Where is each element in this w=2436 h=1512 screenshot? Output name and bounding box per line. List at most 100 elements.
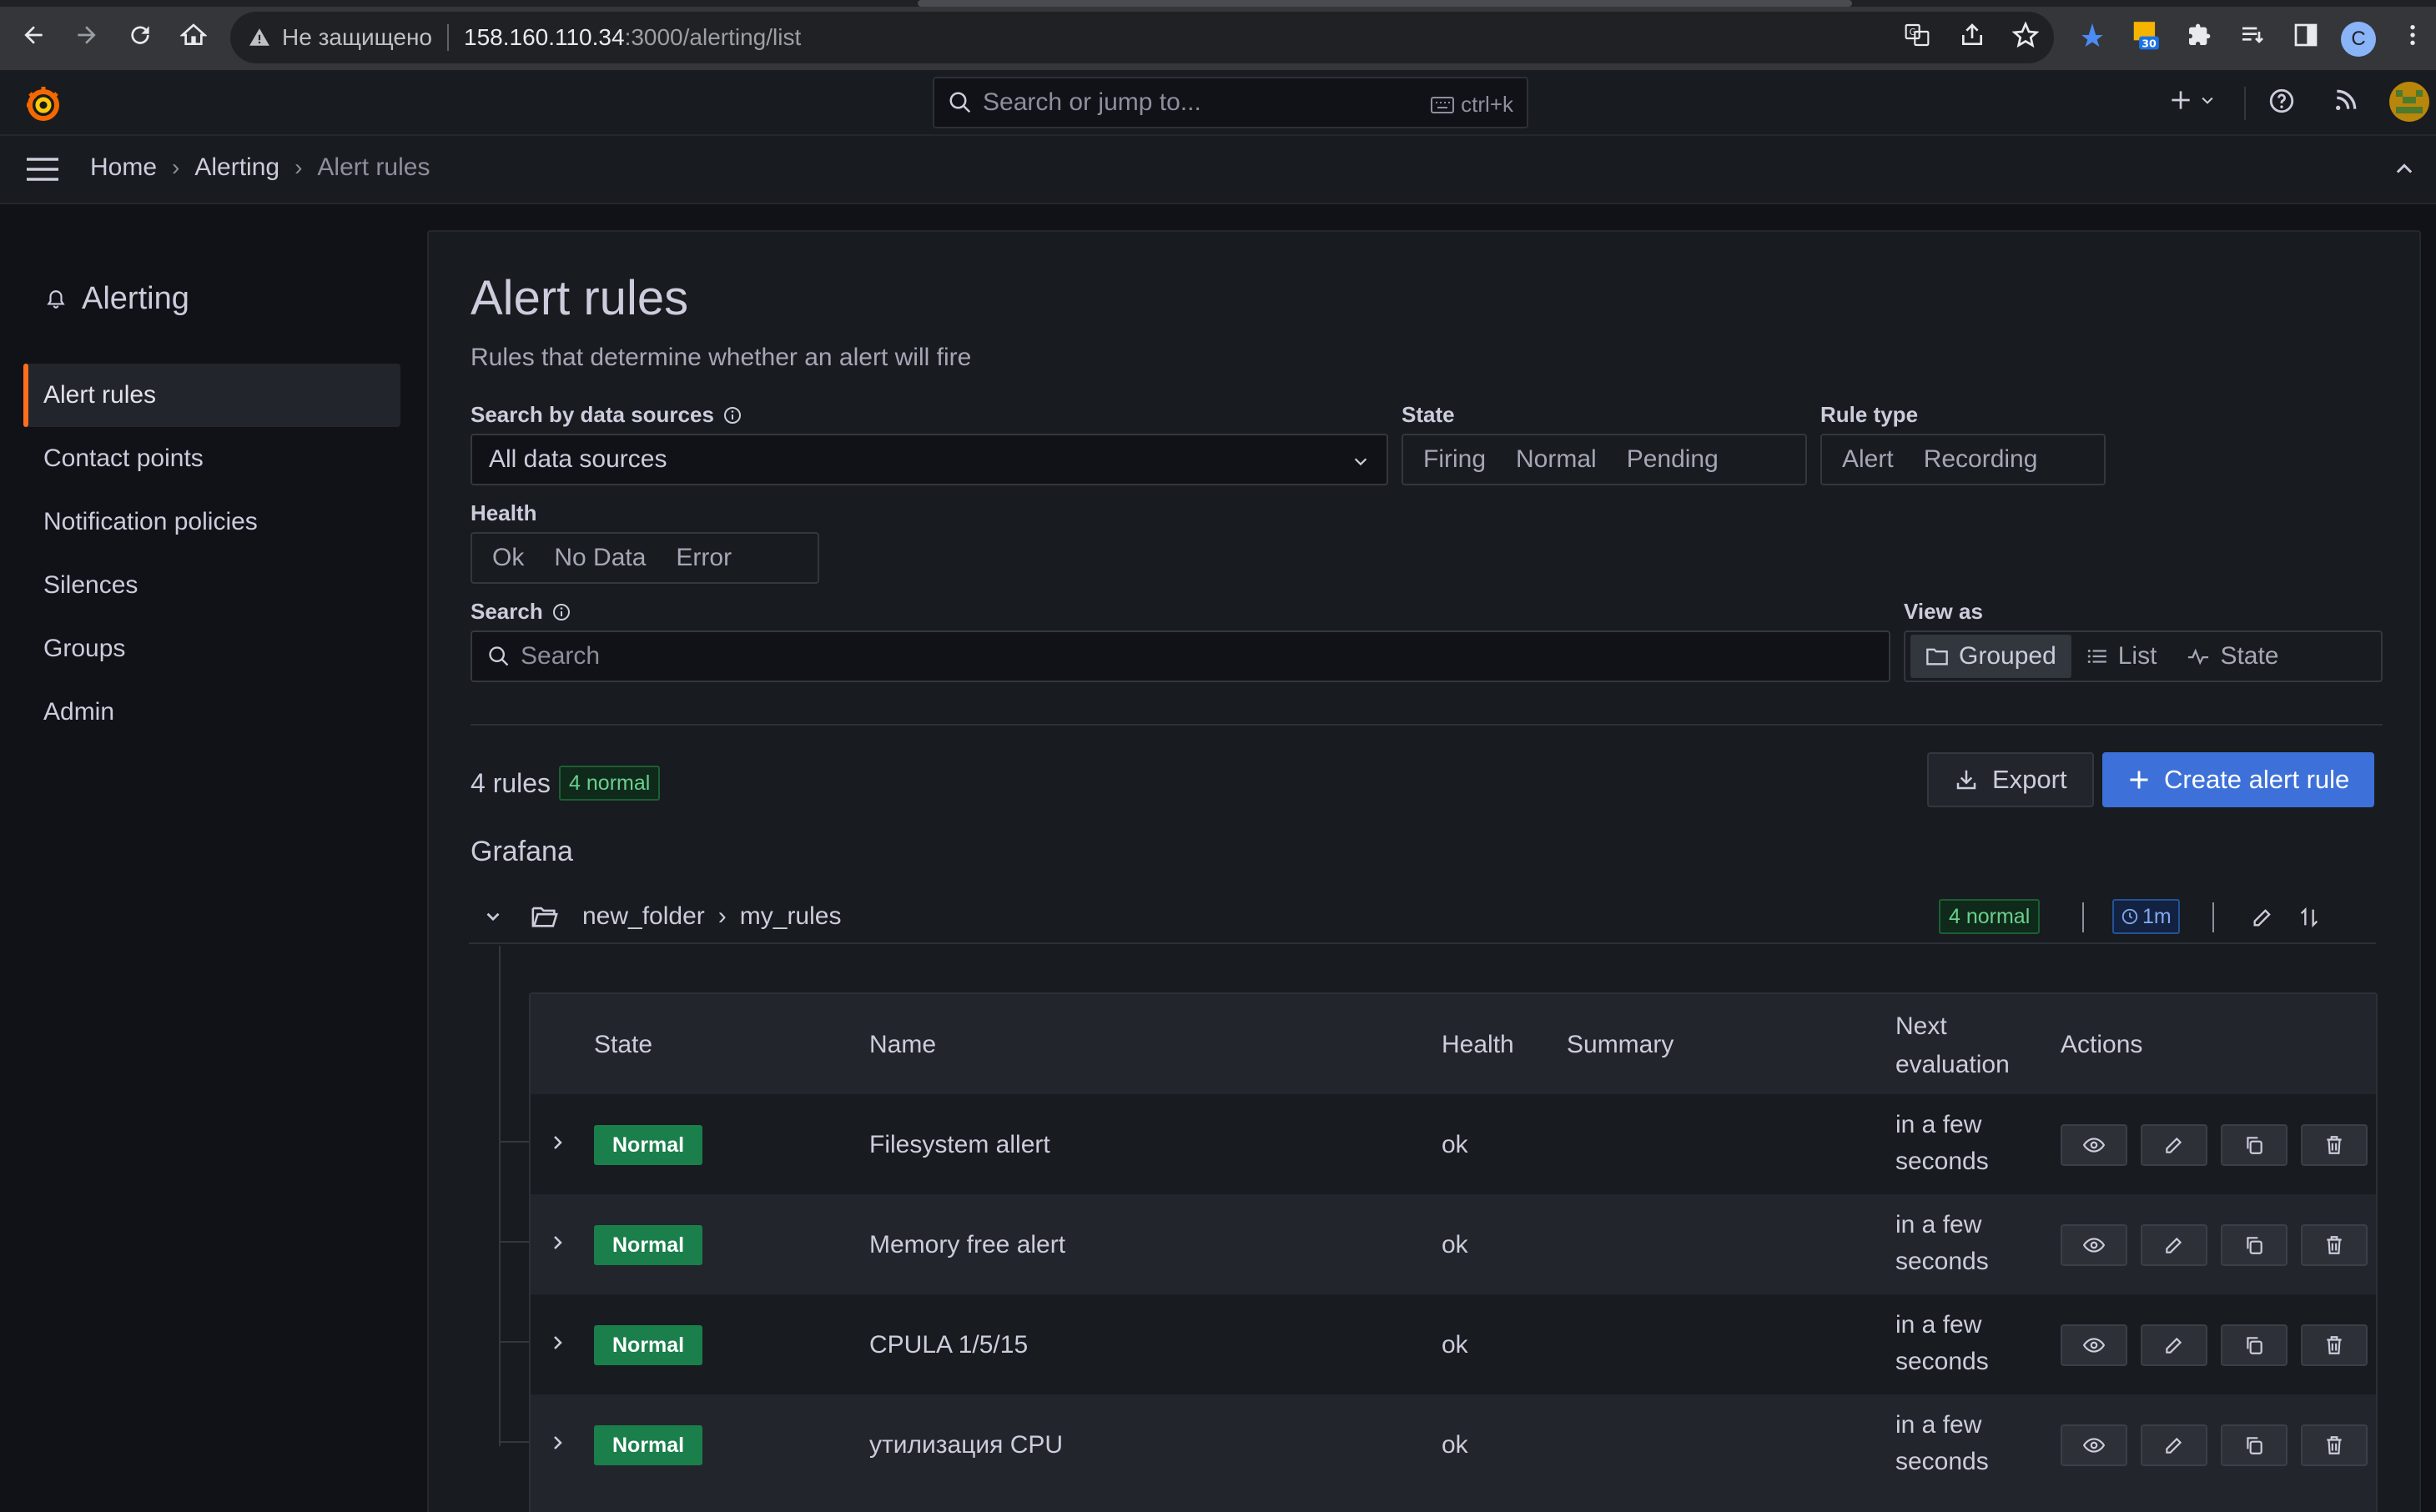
chevron-right-icon[interactable] bbox=[547, 1133, 567, 1153]
viewas-option-state[interactable]: State bbox=[2172, 635, 2293, 678]
health-option-nodata[interactable]: No Data bbox=[539, 536, 661, 580]
chevron-right-icon[interactable] bbox=[547, 1433, 567, 1453]
view-rule-button[interactable] bbox=[2061, 1124, 2127, 1166]
rule-health: ok bbox=[1442, 1131, 1468, 1158]
extension-icon-blue[interactable] bbox=[2076, 18, 2109, 52]
sidebar-item-groups[interactable]: Groups bbox=[23, 617, 400, 681]
view-rule-button[interactable] bbox=[2061, 1424, 2127, 1466]
eye-icon bbox=[2083, 1434, 2105, 1456]
forward-icon[interactable] bbox=[70, 18, 103, 52]
security-label[interactable]: Не защищено bbox=[282, 24, 432, 51]
reload-icon[interactable] bbox=[123, 18, 157, 52]
ruletype-option-alert[interactable]: Alert bbox=[1827, 438, 1909, 481]
viewas-option-label: List bbox=[2117, 642, 2157, 670]
share-icon[interactable] bbox=[1955, 18, 1989, 52]
browser-menu-icon[interactable] bbox=[2396, 18, 2429, 52]
edit-rule-button[interactable] bbox=[2141, 1224, 2207, 1266]
view-rule-button[interactable] bbox=[2061, 1324, 2127, 1366]
sidebar-item-admin[interactable]: Admin bbox=[23, 681, 400, 744]
global-search[interactable]: Search or jump to... ctrl+k bbox=[933, 77, 1528, 128]
health-option-ok[interactable]: Ok bbox=[477, 536, 539, 580]
rule-health: ok bbox=[1442, 1231, 1468, 1258]
warning-icon bbox=[249, 27, 270, 48]
breadcrumb-alerting[interactable]: Alerting bbox=[194, 153, 279, 182]
edit-group-icon[interactable] bbox=[2251, 906, 2274, 929]
chevron-right-icon[interactable] bbox=[547, 1233, 567, 1253]
column-state[interactable]: State bbox=[594, 1031, 652, 1059]
grafana-logo-icon[interactable] bbox=[23, 83, 63, 123]
sidebar-item-label: Contact points bbox=[43, 445, 204, 472]
state-option-normal[interactable]: Normal bbox=[1501, 438, 1612, 481]
state-option-firing[interactable]: Firing bbox=[1408, 438, 1501, 481]
view-rule-button[interactable] bbox=[2061, 1224, 2127, 1266]
ruletype-filter-label: Rule type bbox=[1820, 402, 1919, 427]
normal-count-badge: 4 normal bbox=[559, 766, 661, 801]
column-name[interactable]: Name bbox=[869, 1031, 936, 1059]
translate-icon[interactable]: G bbox=[1900, 18, 1934, 52]
address-bar[interactable]: Не защищено 158.160.110.34 :3000/alertin… bbox=[230, 12, 2054, 63]
home-icon[interactable] bbox=[177, 18, 210, 52]
viewas-option-list[interactable]: List bbox=[2071, 635, 2172, 678]
export-button[interactable]: Export bbox=[1927, 752, 2094, 807]
news-rss-icon[interactable] bbox=[2333, 87, 2359, 113]
tab-scroll bbox=[918, 0, 1852, 7]
rule-next-evaluation: in a few seconds bbox=[1895, 1111, 1989, 1176]
health-option-error[interactable]: Error bbox=[661, 536, 747, 580]
reorder-icon[interactable] bbox=[2298, 906, 2321, 929]
rule-next-evaluation-line1: in a few bbox=[1895, 1111, 1982, 1138]
download-icon bbox=[1954, 767, 1979, 792]
extension-icon-badge[interactable]: 30 bbox=[2129, 18, 2162, 52]
group-path: new_folder › my_rules bbox=[582, 902, 841, 931]
info-icon[interactable] bbox=[551, 602, 571, 622]
info-icon[interactable] bbox=[722, 405, 742, 425]
sidebar-item-silences[interactable]: Silences bbox=[23, 554, 400, 617]
copy-icon bbox=[2243, 1334, 2265, 1356]
folder-name[interactable]: new_folder bbox=[582, 902, 705, 931]
help-icon[interactable] bbox=[2267, 87, 2296, 115]
copy-icon bbox=[2243, 1134, 2265, 1156]
heartbeat-icon bbox=[2187, 647, 2210, 666]
viewas-option-grouped[interactable]: Grouped bbox=[1910, 635, 2071, 678]
profile-avatar[interactable]: C bbox=[2341, 22, 2376, 57]
edit-rule-button[interactable] bbox=[2141, 1424, 2207, 1466]
menu-toggle-icon[interactable] bbox=[25, 156, 60, 183]
ruletype-option-recording[interactable]: Recording bbox=[1909, 438, 2053, 481]
edit-rule-button[interactable] bbox=[2141, 1324, 2207, 1366]
sidebar-item-label: Groups bbox=[43, 635, 126, 662]
breadcrumb-home[interactable]: Home bbox=[90, 153, 157, 182]
new-menu[interactable] bbox=[2167, 87, 2216, 113]
chevron-up-icon[interactable] bbox=[2393, 158, 2416, 181]
datasource-select[interactable]: All data sources bbox=[471, 434, 1388, 485]
user-avatar[interactable] bbox=[2389, 82, 2429, 122]
rules-search-input[interactable]: Search bbox=[471, 630, 1890, 682]
puzzle-icon[interactable] bbox=[2182, 18, 2216, 52]
viewas-option-label: State bbox=[2220, 642, 2279, 670]
sidebar-item-notification-policies[interactable]: Notification policies bbox=[23, 490, 400, 554]
chevron-right-icon[interactable] bbox=[547, 1333, 567, 1353]
delete-rule-button[interactable] bbox=[2301, 1324, 2368, 1366]
copy-rule-button[interactable] bbox=[2221, 1324, 2288, 1366]
search-label: Search bbox=[471, 599, 571, 625]
bookmark-star-icon[interactable] bbox=[2009, 18, 2042, 52]
copy-rule-button[interactable] bbox=[2221, 1424, 2288, 1466]
tree-line bbox=[499, 1341, 529, 1343]
viewas-toggle: Grouped List State bbox=[1904, 630, 2383, 682]
delete-rule-button[interactable] bbox=[2301, 1124, 2368, 1166]
edit-rule-button[interactable] bbox=[2141, 1124, 2207, 1166]
tab-strip bbox=[0, 0, 2436, 7]
delete-rule-button[interactable] bbox=[2301, 1224, 2368, 1266]
create-alert-rule-button[interactable]: Create alert rule bbox=[2102, 752, 2375, 807]
rule-next-evaluation-line2: seconds bbox=[1895, 1348, 1989, 1375]
media-queue-icon[interactable] bbox=[2236, 18, 2269, 52]
state-option-pending[interactable]: Pending bbox=[1612, 438, 1734, 481]
back-icon[interactable] bbox=[17, 18, 50, 52]
datasource-filter-label: Search by data sources bbox=[471, 402, 742, 428]
sidebar-item-alert-rules[interactable]: Alert rules bbox=[23, 364, 400, 427]
chevron-down-icon[interactable] bbox=[482, 906, 504, 927]
copy-rule-button[interactable] bbox=[2221, 1224, 2288, 1266]
copy-rule-button[interactable] bbox=[2221, 1124, 2288, 1166]
side-panel-icon[interactable] bbox=[2289, 18, 2323, 52]
delete-rule-button[interactable] bbox=[2301, 1424, 2368, 1466]
shortcut-text: ctrl+k bbox=[1461, 92, 1513, 117]
sidebar-item-contact-points[interactable]: Contact points bbox=[23, 427, 400, 490]
